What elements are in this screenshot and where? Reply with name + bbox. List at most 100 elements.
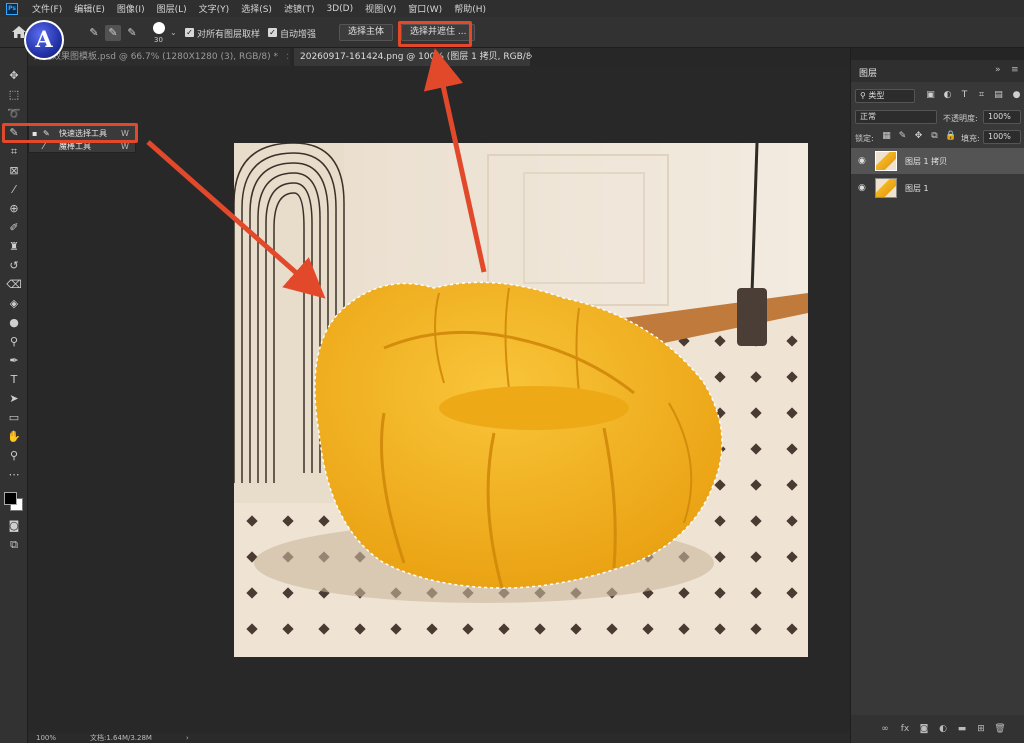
shape-filter-icon[interactable]: ⌗	[976, 90, 987, 101]
adjustment-layer-icon[interactable]: ◐	[937, 723, 949, 735]
zoom-tool-icon[interactable]: ⚲	[6, 448, 22, 464]
opacity-field[interactable]: 100%	[983, 110, 1021, 124]
type-filter-icon[interactable]: T	[959, 90, 970, 101]
close-icon[interactable]: ×	[278, 48, 288, 66]
trash-icon[interactable]: 🗑	[994, 723, 1006, 735]
eyedropper-tool-icon[interactable]: ⁄	[6, 182, 22, 198]
sofa-photo	[234, 143, 808, 657]
menu-select[interactable]: 选择(S)	[235, 2, 278, 15]
path-selection-tool-icon[interactable]: ➤	[6, 391, 22, 407]
lock-transparency-icon[interactable]: ▦	[881, 131, 892, 142]
tab-label: 20260917-161424.png @ 100% (图层 1 拷贝, RGB…	[300, 52, 530, 62]
auto-enhance-checkbox[interactable]: ✓	[268, 28, 277, 37]
more-tools-icon[interactable]: ⋯	[6, 467, 22, 483]
tab-document-1[interactable]: 对比效果图模板.psd @ 66.7% (1280X1280 (3), RGB/…	[28, 48, 290, 66]
zoom-level[interactable]: 100%	[36, 733, 56, 743]
eye-icon[interactable]: ◉	[858, 156, 866, 166]
sample-all-checkbox[interactable]: ✓	[185, 28, 194, 37]
marquee-tool-icon[interactable]: ⬚	[6, 87, 22, 103]
blend-mode-dropdown[interactable]: 正常	[855, 110, 937, 124]
quick-mask-icon[interactable]: ◙	[6, 518, 22, 534]
layers-panel: 图层 » ≡ ⚲ 类型 ▣ ◐ T ⌗ ▤ ● 正常 不透明度: 100% 锁定…	[851, 60, 1024, 743]
menu-filter[interactable]: 滤镜(T)	[278, 2, 321, 15]
select-subject-button[interactable]: 选择主体	[339, 24, 394, 41]
paint-bucket-tool-icon[interactable]: ◈	[6, 296, 22, 312]
tools-panel: ✥ ⬚ ➰ ✎ ⌗ ⊠ ⁄ ⊕ ✐ ♜ ↺ ⌫ ◈ ● ⚲ ✒ T ➤ ▭ ✋ …	[0, 48, 28, 743]
panel-header: 图层 » ≡	[851, 60, 1024, 82]
add-to-selection-brush-icon[interactable]: ✎	[105, 25, 121, 41]
collapse-icon[interactable]: »	[995, 65, 1001, 75]
new-layer-icon[interactable]: ⊞	[975, 723, 987, 735]
menu-file[interactable]: 文件(F)	[26, 2, 68, 15]
type-tool-icon[interactable]: T	[6, 372, 22, 388]
document-tabs: 对比效果图模板.psd @ 66.7% (1280X1280 (3), RGB/…	[28, 48, 850, 66]
panel-menu-icon[interactable]: ≡	[1011, 65, 1019, 75]
chevron-down-icon[interactable]: ⌄	[170, 28, 177, 37]
photoshop-window: Ps 文件(F) 编辑(E) 图像(I) 图层(L) 文字(Y) 选择(S) 滤…	[0, 0, 1024, 743]
brush-tool-icon[interactable]: ✐	[6, 220, 22, 236]
group-folder-icon[interactable]: ▬	[956, 723, 968, 735]
lock-pixels-icon[interactable]: ✎	[897, 131, 908, 142]
foreground-color-swatch[interactable]	[4, 492, 17, 505]
blur-tool-icon[interactable]: ●	[6, 315, 22, 331]
menu-type[interactable]: 文字(Y)	[193, 2, 236, 15]
rectangle-tool-icon[interactable]: ▭	[6, 410, 22, 426]
brush-preview-icon[interactable]	[153, 22, 165, 34]
history-brush-tool-icon[interactable]: ↺	[6, 258, 22, 274]
adjustment-filter-icon[interactable]: ◐	[942, 90, 953, 101]
eraser-tool-icon[interactable]: ⌫	[6, 277, 22, 293]
filter-label: 类型	[868, 91, 885, 100]
document-canvas-image[interactable]	[234, 143, 808, 657]
options-bar: A ✎ ✎ ✎ 30 ⌄ ✓ 对所有图层取样 ✓ 自动增强 选择主体 选择并遮住…	[0, 17, 1024, 60]
pen-tool-icon[interactable]: ✒	[6, 353, 22, 369]
link-layers-icon[interactable]: ∞	[879, 723, 891, 735]
screen-mode-icon[interactable]: ⧉	[6, 537, 22, 553]
layers-panel-footer: ∞ fx ◙ ◐ ▬ ⊞ 🗑	[851, 715, 1024, 743]
layer-row[interactable]: ◉ 图层 1 拷贝	[851, 148, 1024, 174]
lock-label: 锁定:	[855, 134, 874, 143]
hand-tool-icon[interactable]: ✋	[6, 429, 22, 445]
new-selection-brush-icon[interactable]: ✎	[86, 25, 102, 41]
tab-document-2[interactable]: 20260917-161424.png @ 100% (图层 1 拷贝, RGB…	[294, 48, 530, 66]
document-size: 文档:1.64M/3.28M	[90, 734, 152, 742]
menu-edit[interactable]: 编辑(E)	[68, 2, 111, 15]
pixel-filter-icon[interactable]: ▣	[925, 90, 936, 101]
layer-thumbnail	[875, 151, 897, 171]
filter-type-dropdown[interactable]: ⚲ 类型	[855, 89, 915, 103]
smart-object-filter-icon[interactable]: ▤	[993, 90, 1004, 101]
sample-all-label: 对所有图层取样	[197, 30, 261, 40]
filter-toggle-icon[interactable]: ●	[1011, 90, 1022, 101]
add-mask-icon[interactable]: ◙	[918, 723, 930, 735]
subtract-from-selection-brush-icon[interactable]: ✎	[124, 25, 140, 41]
chevron-right-icon[interactable]: ›	[186, 733, 189, 743]
dodge-tool-icon[interactable]: ⚲	[6, 334, 22, 350]
menu-help[interactable]: 帮助(H)	[448, 2, 492, 15]
opacity-label: 不透明度:	[943, 114, 978, 123]
photoshop-icon[interactable]: Ps	[6, 2, 18, 15]
panel-title[interactable]: 图层	[859, 66, 877, 79]
move-tool-icon[interactable]: ✥	[6, 68, 22, 84]
fx-icon[interactable]: fx	[899, 723, 911, 735]
fill-field[interactable]: 100%	[983, 130, 1021, 144]
lock-row: 锁定: ▦ ✎ ✥ ⧉ 🔒 填充: 100%	[851, 128, 1024, 148]
layer-row[interactable]: ◉ 图层 1	[851, 175, 1024, 201]
lasso-tool-icon[interactable]: ➰	[6, 106, 22, 122]
lock-all-icon[interactable]: 🔒	[945, 131, 956, 142]
menu-image[interactable]: 图像(I)	[111, 2, 151, 15]
healing-brush-tool-icon[interactable]: ⊕	[6, 201, 22, 217]
stamp-tool-icon[interactable]: ♜	[6, 239, 22, 255]
crop-tool-icon[interactable]: ⌗	[6, 144, 22, 160]
eye-icon[interactable]: ◉	[858, 183, 866, 193]
lock-position-icon[interactable]: ✥	[913, 131, 924, 142]
menu-3d[interactable]: 3D(D)	[320, 4, 359, 14]
menu-layer[interactable]: 图层(L)	[151, 2, 193, 15]
close-icon[interactable]: ×	[520, 48, 532, 66]
brush-size-value: 30	[154, 36, 163, 44]
layer-thumbnail	[875, 178, 897, 198]
menu-bar: Ps 文件(F) 编辑(E) 图像(I) 图层(L) 文字(Y) 选择(S) 滤…	[0, 0, 1024, 17]
lock-artboard-icon[interactable]: ⧉	[929, 131, 940, 142]
frame-tool-icon[interactable]: ⊠	[6, 163, 22, 179]
layer-name: 图层 1	[905, 184, 929, 193]
menu-window[interactable]: 窗口(W)	[402, 2, 448, 15]
menu-view[interactable]: 视图(V)	[359, 2, 402, 15]
